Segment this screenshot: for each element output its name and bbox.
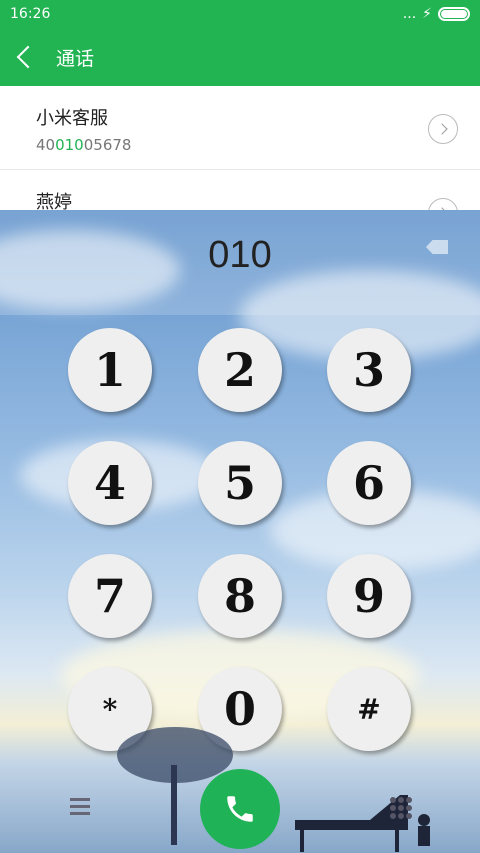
- contact-item[interactable]: 小米客服 4001005678: [0, 86, 480, 170]
- key-6[interactable]: 6: [327, 441, 411, 525]
- key-hash[interactable]: #: [327, 667, 411, 751]
- status-bar: 16:26 ... ⚡: [0, 0, 480, 28]
- key-5[interactable]: 5: [198, 441, 282, 525]
- dialer-bottom-bar: [0, 765, 480, 853]
- page-title: 通话: [56, 47, 95, 70]
- contact-item[interactable]: 燕婷: [0, 170, 480, 210]
- status-icons: ... ⚡: [403, 6, 470, 22]
- key-7[interactable]: 7: [68, 554, 152, 638]
- status-time: 16:26: [10, 6, 51, 22]
- key-1[interactable]: 1: [68, 328, 152, 412]
- back-icon[interactable]: [16, 45, 40, 69]
- menu-icon[interactable]: [70, 798, 90, 816]
- contact-number: 4001005678: [36, 136, 132, 154]
- dialer-panel: 010 1 2 3 4 5 6 7 8 9 * 0 #: [0, 210, 480, 853]
- key-9[interactable]: 9: [327, 554, 411, 638]
- chevron-right-icon[interactable]: [428, 114, 458, 144]
- key-2[interactable]: 2: [198, 328, 282, 412]
- signal-dots-icon: ...: [402, 6, 417, 22]
- contact-name: 燕婷: [36, 192, 72, 210]
- dialed-number: 010: [208, 234, 272, 276]
- app-header: 通话: [0, 28, 480, 86]
- phone-icon: [227, 796, 253, 822]
- key-8[interactable]: 8: [198, 554, 282, 638]
- charging-icon: ⚡: [422, 6, 432, 22]
- contact-results-list: 小米客服 4001005678 燕婷: [0, 86, 480, 210]
- key-4[interactable]: 4: [68, 441, 152, 525]
- call-button[interactable]: [200, 769, 280, 849]
- keypad-icon[interactable]: [390, 797, 412, 819]
- key-3[interactable]: 3: [327, 328, 411, 412]
- contact-name: 小米客服: [36, 108, 108, 129]
- battery-icon: [438, 7, 470, 21]
- dial-display: 010: [0, 210, 480, 315]
